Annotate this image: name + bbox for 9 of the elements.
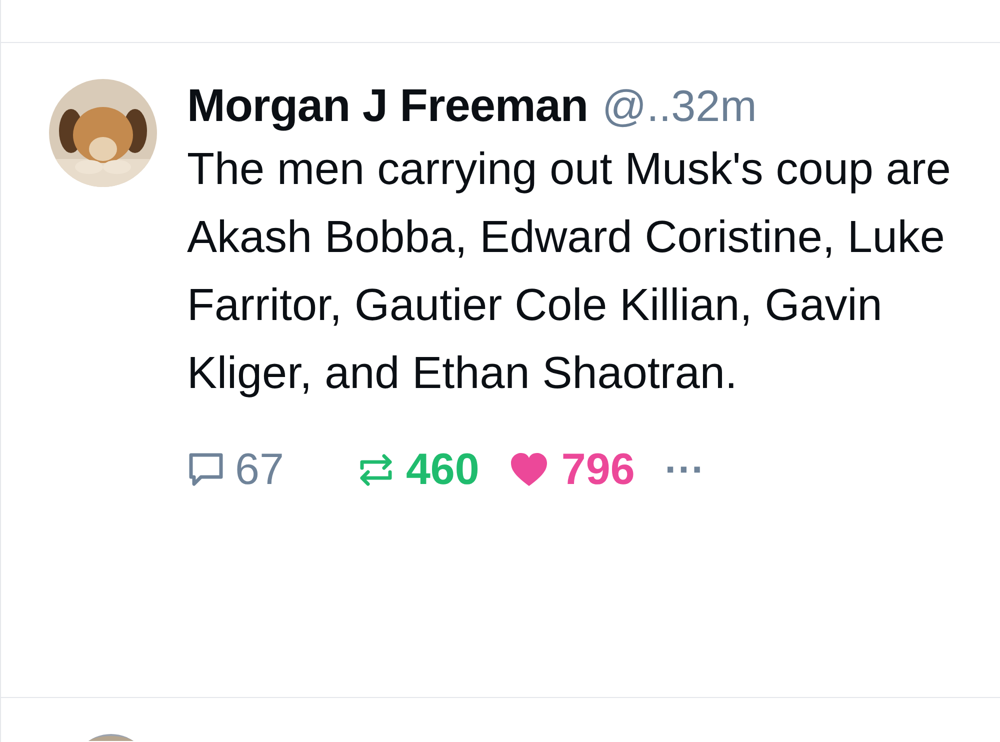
repost-button[interactable]: 460: [358, 437, 480, 503]
post-time: 32m: [671, 81, 757, 133]
reply-button[interactable]: 67: [187, 437, 284, 503]
author-name[interactable]: Morgan J Freeman: [187, 71, 588, 140]
like-button[interactable]: 796: [509, 437, 635, 503]
speech-bubble-icon: [187, 452, 225, 488]
more-button[interactable]: ···: [664, 450, 705, 490]
author-handle: @..: [602, 81, 672, 133]
post-text: The men carrying out Musk's coup are Akash Bobba, Edward Coristine, Luke Farritor, Gautier Cole Killian, Gavin Kliger, and Ethan Shaotran.: [187, 142, 952, 400]
